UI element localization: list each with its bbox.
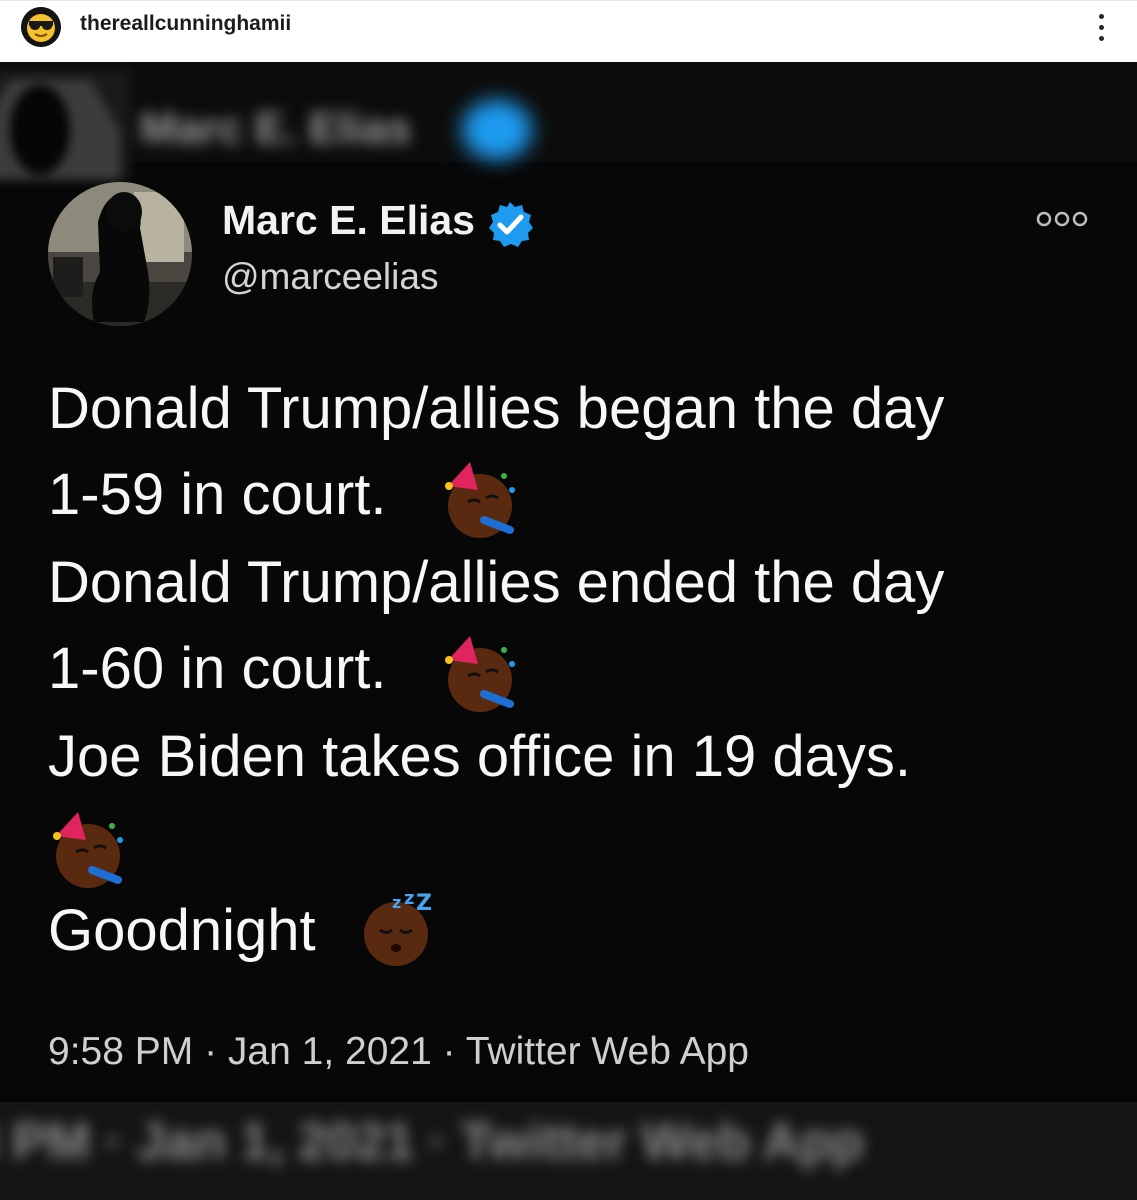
meta-separator: · (193, 1030, 228, 1073)
blurred-display-name: Marc E. Elias (140, 104, 412, 153)
tweet-time[interactable]: 9:58 PM (48, 1030, 193, 1073)
post-header: thereallcunninghamii (0, 0, 1137, 63)
post-username[interactable]: thereallcunninghamii (80, 12, 291, 36)
tweet-date[interactable]: Jan 1, 2021 (228, 1030, 432, 1073)
verified-badge-icon (489, 202, 533, 247)
profile-avatar[interactable] (48, 182, 192, 326)
tweet-text-line-3: Donald Trump/allies ended the day (48, 550, 945, 615)
more-options-icon[interactable] (1086, 9, 1118, 45)
blurred-footer: 58 PM · Jan 1, 2021 · Twitter Web App (0, 1102, 1137, 1200)
tweet-more-icon[interactable] (1034, 209, 1090, 229)
party-face-emoji-icon (445, 462, 515, 538)
svg-text:z: z (404, 888, 414, 909)
twitter-handle[interactable]: @marceelias (222, 256, 438, 298)
meta-separator: · (431, 1030, 466, 1073)
sunglasses-emoji-icon (21, 7, 61, 47)
blurred-avatar (0, 70, 130, 180)
tweet-screenshot: Marc E. Elias Marc E. Elias @marceelias (0, 62, 1137, 1200)
sleeping-face-emoji-icon: z z Z (364, 888, 432, 966)
svg-text:z: z (392, 893, 401, 912)
tweet-text-line-2: 1-59 in court. (48, 462, 387, 527)
display-name[interactable]: Marc E. Elias (222, 197, 475, 244)
tweet-source[interactable]: Twitter Web App (466, 1030, 749, 1073)
dog-photo (48, 182, 192, 326)
blurred-footer-text: 58 PM · Jan 1, 2021 · Twitter Web App (0, 1113, 864, 1171)
user-avatar[interactable] (21, 7, 61, 47)
party-face-emoji-icon (53, 812, 123, 888)
blurred-header: Marc E. Elias (0, 62, 1137, 180)
tweet-text-line-1: Donald Trump/allies began the day (48, 376, 945, 441)
party-face-emoji-icon (445, 636, 515, 712)
svg-text:Z: Z (416, 891, 432, 916)
tweet-text-line-5: Joe Biden takes office in 19 days. (48, 724, 912, 789)
instagram-post: thereallcunninghamii Marc E. Elias Marc … (0, 0, 1137, 1200)
tweet-metadata: 9:58 PM · Jan 1, 2021 · Twitter Web App (48, 1030, 749, 1074)
tweet-text-line-6: Goodnight (48, 898, 316, 963)
tweet-text-line-4: 1-60 in court. (48, 636, 387, 701)
blurred-verified-icon (462, 100, 532, 160)
